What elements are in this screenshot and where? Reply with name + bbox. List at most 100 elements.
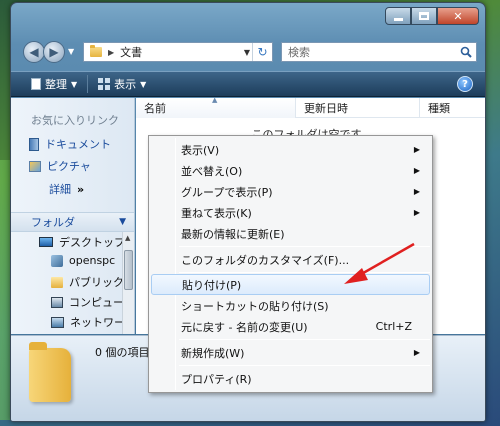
column-label: 名前 [144,102,166,115]
chevron-down-icon: ▼ [71,79,78,89]
column-type[interactable]: 種類 [420,98,485,118]
address-bar[interactable]: ▶ 文書 ▼ ↻ [83,42,273,62]
search-input[interactable]: 検索 [281,42,477,62]
maximize-icon [419,12,429,20]
documents-icon [29,137,39,151]
user-icon [51,254,63,267]
pictures-icon [29,160,41,172]
menu-item-view[interactable]: 表示(V) ▶ [151,139,430,160]
favorite-link-label: ピクチャ [47,160,91,173]
scroll-up-icon[interactable]: ▲ [125,234,130,242]
folder-icon [90,45,102,57]
menu-item-label: 最新の情報に更新(E) [181,227,285,241]
help-icon[interactable]: ? [457,76,473,92]
views-icon [98,78,111,90]
command-bar: 整理 ▼ 表示 ▼ ? [11,71,485,97]
folders-header[interactable]: フォルダ ▼ [11,212,134,232]
favorites-title: お気に入りリンク [31,114,119,127]
organize-icon [31,78,41,90]
desktop-icon [39,237,53,247]
menu-item-shortcut: Ctrl+Z [375,320,412,333]
menu-item-paste-shortcut[interactable]: ショートカットの貼り付け(S) [151,295,430,316]
forward-button[interactable]: ▶ [43,41,65,63]
forward-arrow-icon: ▶ [49,45,59,59]
column-date-modified[interactable]: 更新日時 [296,98,420,118]
address-row: ◀ ▶ ▼ ▶ 文書 ▼ ↻ 検索 [21,39,477,65]
menu-item-properties[interactable]: プロパティ(R) [151,368,430,389]
folder-icon [51,276,63,288]
menu-item-sort[interactable]: 並べ替え(O) ▶ [151,160,430,181]
minimize-button[interactable] [385,7,411,25]
computer-icon [51,296,63,308]
views-button[interactable]: 表示 ▼ [92,73,152,95]
scrollbar-thumb[interactable] [124,250,133,290]
caption-buttons: ✕ [385,7,479,25]
menu-item-new[interactable]: 新規作成(W) ▶ [151,342,430,363]
menu-item-label: 新規作成(W) [181,346,245,360]
network-icon [51,316,64,328]
minimize-icon [393,17,403,21]
favorite-link-documents[interactable]: ドキュメント [29,136,111,152]
tree-item-network[interactable]: ネットワー [51,314,125,330]
menu-item-label: 元に戻す - 名前の変更(U) [181,320,308,334]
close-button[interactable]: ✕ [437,7,479,25]
column-name[interactable]: ▲ 名前 [136,96,296,118]
refresh-button[interactable]: ↻ [252,43,272,61]
chevron-down-icon: ▼ [140,79,147,89]
menu-item-group[interactable]: グループで表示(P) ▶ [151,181,430,202]
recent-pages-dropdown[interactable]: ▼ [68,47,74,56]
menu-item-label: プロパティ(R) [181,372,252,386]
favorite-link-label: ドキュメント [45,138,111,151]
column-label: 更新日時 [304,102,348,115]
tree-item-label: デスクトップ [59,236,125,249]
menu-item-label: 表示(V) [181,143,220,157]
menu-item-label: ショートカットの貼り付け(S) [181,299,329,313]
address-dropdown-icon[interactable]: ▼ [244,48,250,57]
chevron-down-icon: ▼ [119,217,126,227]
folder-tree-scrollbar[interactable]: ▲ [122,232,134,334]
menu-item-label: 重ねて表示(K) [181,206,252,220]
favorite-link-pictures[interactable]: ピクチャ [29,158,91,174]
tree-item-label: openspc [69,254,116,267]
double-chevron-icon: » [77,182,85,196]
submenu-arrow-icon: ▶ [413,166,420,175]
more-links[interactable]: 詳細 » [49,181,84,197]
close-icon: ✕ [453,9,463,23]
tree-item-desktop[interactable]: デスクトップ [39,234,125,250]
menu-item-label: グループで表示(P) [181,185,273,199]
sort-ascending-icon: ▲ [212,96,218,104]
views-label: 表示 [114,78,137,91]
maximize-button[interactable] [411,7,437,25]
breadcrumb-separator-icon[interactable]: ▶ [108,48,114,57]
organize-button[interactable]: 整理 ▼ [25,73,83,95]
menu-item-label: このフォルダのカスタマイズ(F)... [181,253,350,267]
tree-item-label: ネットワー [70,316,125,329]
submenu-arrow-icon: ▶ [413,208,420,217]
search-placeholder: 検索 [288,46,310,59]
submenu-arrow-icon: ▶ [413,187,420,196]
back-button[interactable]: ◀ [23,41,45,63]
menu-separator [179,365,430,366]
tree-item-public[interactable]: パブリック [51,274,124,290]
annotation-arrow-icon [344,242,415,284]
column-header-row: ▲ 名前 更新日時 種類 [136,96,485,118]
tree-item-user[interactable]: openspc [51,254,115,267]
menu-item-label: 貼り付け(P) [182,278,242,292]
menu-item-undo-rename[interactable]: 元に戻す - 名前の変更(U) Ctrl+Z [151,316,430,337]
back-arrow-icon: ◀ [29,45,39,59]
column-label: 種類 [428,102,450,115]
search-icon[interactable] [460,46,472,58]
refresh-icon: ↻ [257,45,268,59]
folders-title: フォルダ [31,216,75,229]
more-label: 詳細 [49,183,71,196]
toolbar-separator [87,75,89,93]
tree-item-label: パブリック [69,276,124,289]
folder-icon [29,342,71,402]
tree-item-label: コンピュー [69,296,124,309]
submenu-arrow-icon: ▶ [413,348,420,357]
submenu-arrow-icon: ▶ [413,145,420,154]
breadcrumb[interactable]: 文書 [120,44,142,60]
tree-item-computer[interactable]: コンピュー [51,294,124,310]
organize-label: 整理 [45,78,67,91]
menu-item-stack[interactable]: 重ねて表示(K) ▶ [151,202,430,223]
